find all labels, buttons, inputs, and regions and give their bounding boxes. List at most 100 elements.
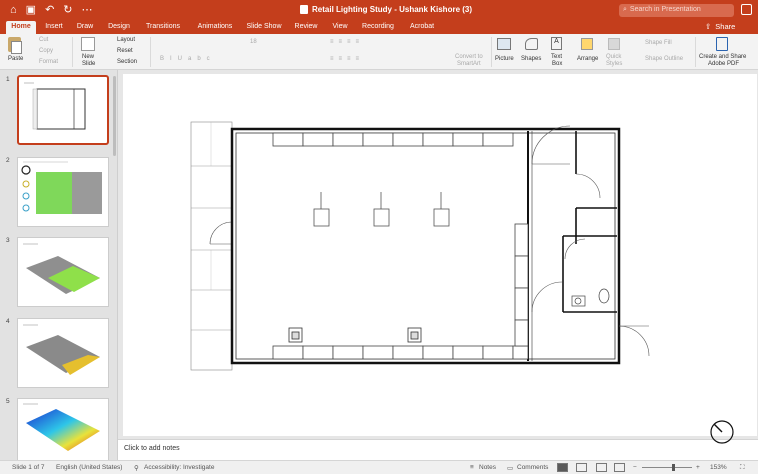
layout-button[interactable]: Layout <box>117 37 135 43</box>
ribbon-divider <box>150 37 151 67</box>
slide-counter: Slide 1 of 7 <box>12 464 45 471</box>
save-icon[interactable]: ▣ <box>26 4 36 16</box>
current-slide[interactable] <box>123 74 757 436</box>
ribbon-divider <box>491 37 492 67</box>
accessibility-icon: ⚲ <box>134 465 139 472</box>
font-size-select[interactable]: 18 <box>250 39 257 45</box>
profile-icon[interactable] <box>741 4 752 15</box>
home-icon[interactable]: ⌂ <box>10 4 17 16</box>
reading-view-button[interactable] <box>596 463 607 472</box>
quick-styles-line1[interactable]: Quick <box>606 54 621 60</box>
picture-icon[interactable] <box>497 38 511 50</box>
arrange-button[interactable]: Arrange <box>577 56 598 62</box>
share-button[interactable]: ⇧ Share <box>705 22 735 31</box>
title-bar: ⌂ ▣ ↶ ↻ ⋯ Retail Lighting Study - Ushank… <box>0 0 758 21</box>
new-slide-line2[interactable]: Slide <box>82 61 95 67</box>
alignment-group[interactable]: ≡≡≡≡ <box>330 56 364 62</box>
reset-button[interactable]: Reset <box>117 48 133 54</box>
font-formatting-group[interactable]: BIUabc <box>160 56 216 62</box>
zoom-level[interactable]: 153% <box>710 464 727 471</box>
paste-button[interactable]: Paste <box>8 56 23 62</box>
tab-slide-show[interactable]: Slide Show <box>243 21 285 34</box>
loading-spinner-icon <box>710 420 734 444</box>
text-box-line1[interactable]: Text <box>551 54 562 60</box>
zoom-in-button[interactable]: + <box>696 464 700 471</box>
slide-sorter-button[interactable] <box>576 463 587 472</box>
arrange-icon[interactable] <box>581 38 593 50</box>
3d-render-thumbnail-heatmap <box>23 403 100 451</box>
format-painter-button[interactable]: Format <box>39 59 58 65</box>
floor-plan-thumbnail <box>24 82 86 130</box>
paragraph-group[interactable]: ≡≡≡≡ <box>330 39 364 45</box>
notes-button[interactable]: Notes <box>479 464 496 471</box>
tab-home[interactable]: Home <box>6 21 36 34</box>
shapes-icon[interactable] <box>525 38 538 50</box>
slide-number: 4 <box>6 318 10 325</box>
cut-button[interactable]: Cut <box>39 37 48 43</box>
thumbnail-scrollbar[interactable] <box>113 76 116 156</box>
copy-button[interactable]: Copy <box>39 48 53 54</box>
3d-render-thumbnail-green <box>23 243 100 294</box>
ribbon: Paste Cut Copy Format New Slide Layout R… <box>0 34 758 70</box>
slide-thumbnail-2[interactable] <box>17 157 109 227</box>
quick-styles-line2[interactable]: Styles <box>606 61 622 67</box>
document-icon <box>300 5 308 14</box>
quick-access-toolbar: ⌂ ▣ ↶ ↻ ⋯ <box>10 4 93 16</box>
slideshow-button[interactable] <box>614 463 625 472</box>
redo-icon[interactable]: ↻ <box>63 4 72 16</box>
tab-recording[interactable]: Recording <box>357 21 399 34</box>
fit-to-window-icon[interactable]: ⛶ <box>740 464 745 472</box>
tab-view[interactable]: View <box>327 21 353 34</box>
text-box-line2[interactable]: Box <box>552 61 562 67</box>
normal-view-button[interactable] <box>557 463 568 472</box>
language-indicator[interactable]: English (United States) <box>56 464 122 471</box>
share-icon: ⇧ <box>705 22 712 31</box>
tab-acrobat[interactable]: Acrobat <box>404 21 440 34</box>
ribbon-tabs: Home Insert Draw Design Transitions Anim… <box>0 21 758 34</box>
slide-thumbnail-3[interactable] <box>17 237 109 307</box>
slide-thumbnail-4[interactable] <box>17 318 109 388</box>
slide-number: 2 <box>6 157 10 164</box>
tab-transitions[interactable]: Transitions <box>139 21 187 34</box>
search-icon: ⌕ <box>623 6 627 13</box>
shape-fill-button[interactable]: Shape Fill <box>645 40 672 46</box>
tab-draw[interactable]: Draw <box>73 21 97 34</box>
lighting-grid-thumbnail <box>21 161 102 214</box>
undo-icon[interactable]: ↶ <box>45 4 54 16</box>
notes-pane[interactable]: Click to add notes <box>118 420 758 460</box>
slide-thumbnail-1[interactable] <box>17 75 109 145</box>
more-commands-icon[interactable]: ⋯ <box>82 4 93 16</box>
slide-number: 1 <box>6 76 10 83</box>
adobe-pdf-line2[interactable]: Adobe PDF <box>708 61 739 67</box>
zoom-out-button[interactable]: − <box>633 464 637 471</box>
tab-insert[interactable]: Insert <box>40 21 68 34</box>
tab-animations[interactable]: Animations <box>191 21 239 34</box>
new-slide-line1[interactable]: New <box>82 54 94 60</box>
comments-icon: ▭ <box>507 465 514 472</box>
section-button[interactable]: Section <box>117 59 137 65</box>
zoom-slider[interactable] <box>642 467 692 468</box>
tab-design[interactable]: Design <box>103 21 135 34</box>
zoom-slider-thumb[interactable] <box>672 464 675 471</box>
paste-icon[interactable] <box>8 37 22 54</box>
retail-floor-plan <box>190 121 650 371</box>
search-input[interactable]: ⌕ Search in Presentation <box>619 4 734 17</box>
accessibility-checker[interactable]: Accessibility: Investigate <box>144 464 214 471</box>
convert-smartart-line1[interactable]: Convert to <box>455 54 483 60</box>
picture-button[interactable]: Picture <box>495 56 514 62</box>
convert-smartart-line2[interactable]: SmartArt <box>457 61 481 67</box>
share-label: Share <box>715 22 736 31</box>
slide-thumbnail-5[interactable] <box>17 398 109 460</box>
shapes-button[interactable]: Shapes <box>521 56 541 62</box>
adobe-pdf-icon[interactable] <box>716 37 728 51</box>
notes-toggle-icon: ≡ <box>470 464 474 471</box>
quick-styles-icon[interactable] <box>608 38 620 50</box>
slide-thumbnail-pane: 1 2 3 4 5 <box>0 70 118 460</box>
adobe-pdf-line1[interactable]: Create and Share <box>699 54 746 60</box>
text-box-icon[interactable]: A <box>551 37 562 50</box>
shape-outline-button[interactable]: Shape Outline <box>645 56 683 62</box>
tab-review[interactable]: Review <box>290 21 322 34</box>
comments-button[interactable]: Comments <box>517 464 548 471</box>
new-slide-icon[interactable] <box>81 37 95 51</box>
document-title-text: Retail Lighting Study - Ushank Kishore (… <box>312 5 473 14</box>
